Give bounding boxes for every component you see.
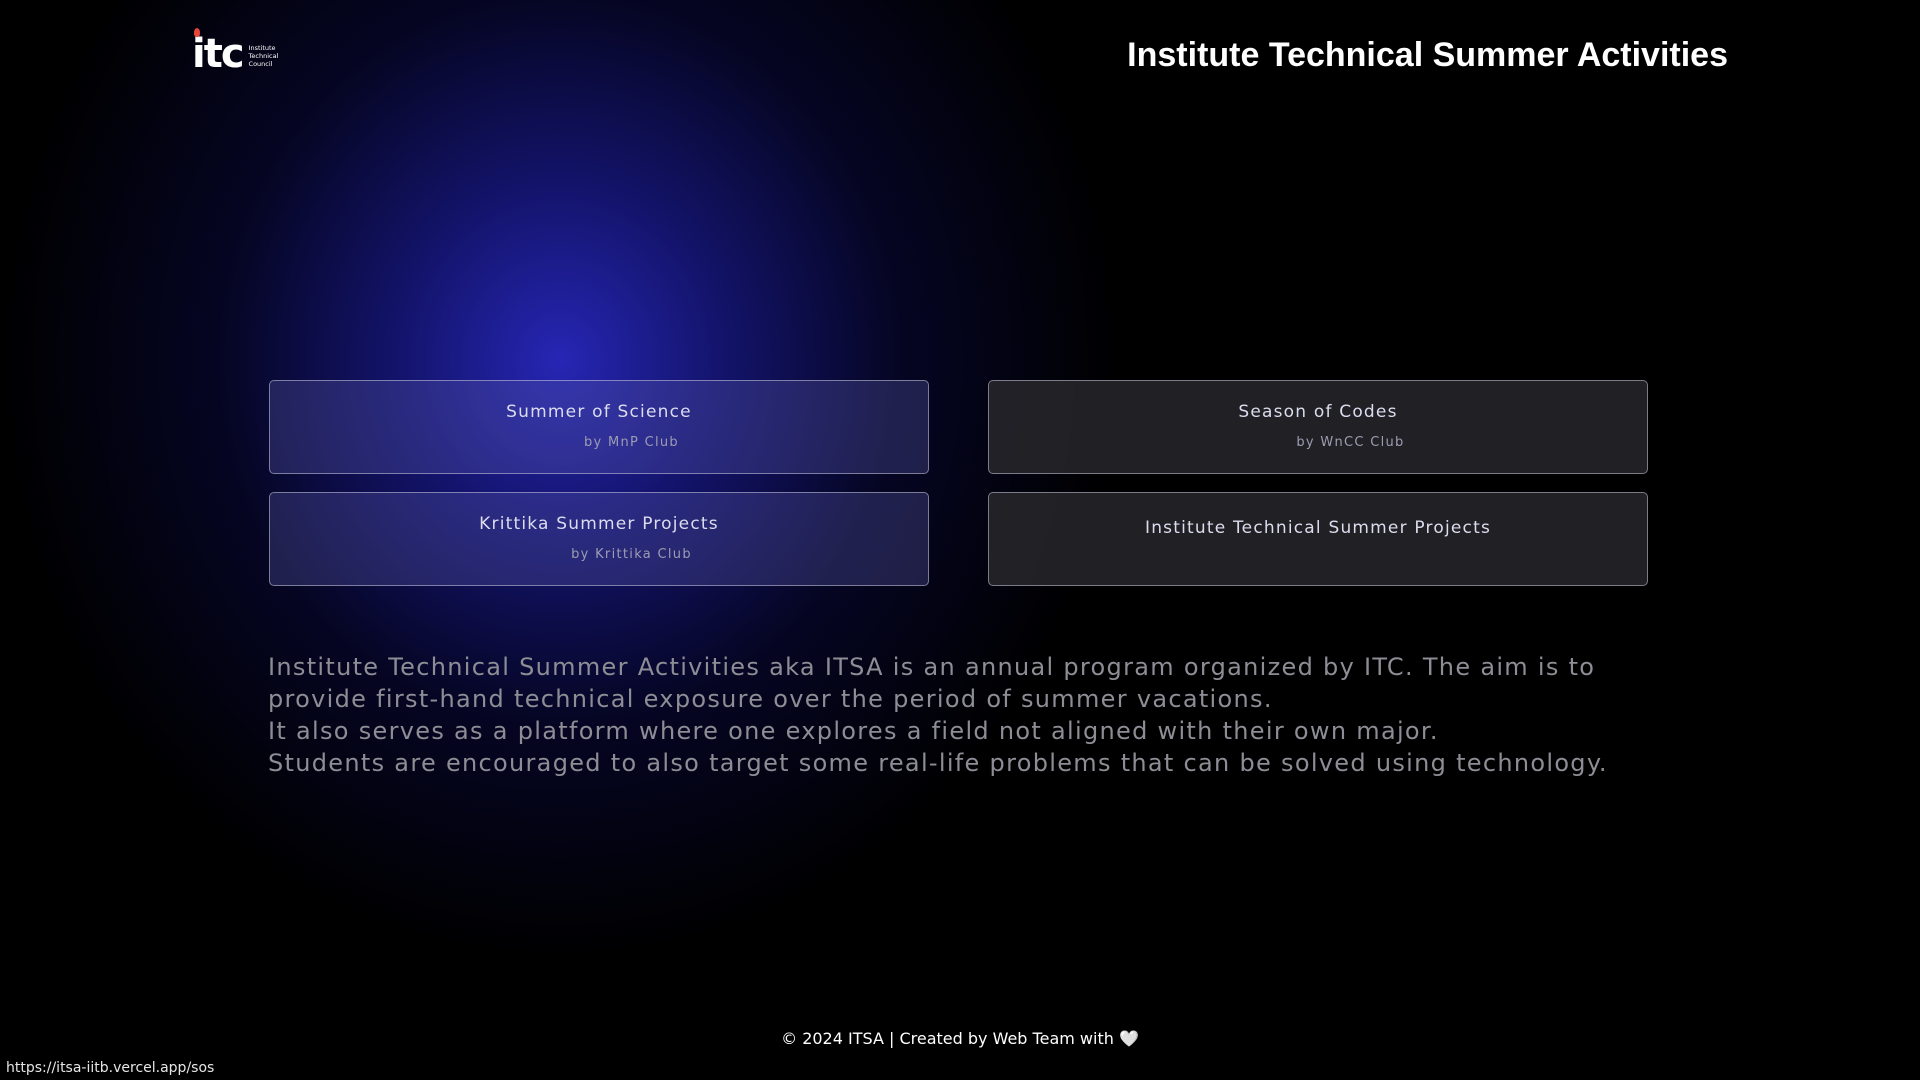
card-summer-of-science[interactable]: Summer of Science by MnP Club — [269, 380, 929, 474]
description-line: provide first-hand technical exposure ov… — [268, 685, 1273, 713]
description: Institute Technical Summer Activities ak… — [268, 651, 1668, 779]
card-subtitle: by WnCC Club — [1296, 435, 1405, 450]
logo-mark: itc — [192, 28, 245, 77]
status-bar-url: https://itsa-iitb.vercel.app/sos — [0, 1056, 221, 1080]
logo-subtext: Institute Technical Council — [249, 44, 279, 68]
footer-text: © 2024 ITSA | Created by Web Team with — [781, 1029, 1114, 1048]
card-title: Summer of Science — [506, 402, 692, 422]
card-title: Season of Codes — [1238, 402, 1398, 422]
card-institute-technical-summer-projects[interactable]: Institute Technical Summer Projects — [988, 492, 1648, 586]
logo-text: itc — [192, 31, 245, 77]
flame-icon — [194, 28, 200, 37]
footer: © 2024 ITSA | Created by Web Team with 🤍 — [0, 1028, 1920, 1050]
logo-subtext-line: Council — [248, 60, 273, 68]
card-subtitle: by MnP Club — [584, 435, 679, 450]
card-krittika-summer-projects[interactable]: Krittika Summer Projects by Krittika Clu… — [269, 492, 929, 586]
heart-icon: 🤍 — [1118, 1029, 1139, 1048]
description-line: It also serves as a platform where one e… — [268, 717, 1439, 745]
description-line: Students are encouraged to also target s… — [268, 749, 1608, 777]
itc-logo[interactable]: itc Institute Technical Council — [192, 28, 279, 77]
card-title: Krittika Summer Projects — [479, 514, 719, 534]
page-title: Institute Technical Summer Activities — [1127, 36, 1728, 74]
card-season-of-codes[interactable]: Season of Codes by WnCC Club — [988, 380, 1648, 474]
card-title: Institute Technical Summer Projects — [1144, 518, 1492, 538]
description-line: Institute Technical Summer Activities ak… — [268, 653, 1596, 681]
card-subtitle: by Krittika Club — [571, 547, 692, 562]
logo-subtext-line: Technical — [248, 52, 279, 60]
page: itc Institute Technical Council Institut… — [0, 0, 1920, 1080]
logo-subtext-line: Institute — [248, 44, 276, 52]
